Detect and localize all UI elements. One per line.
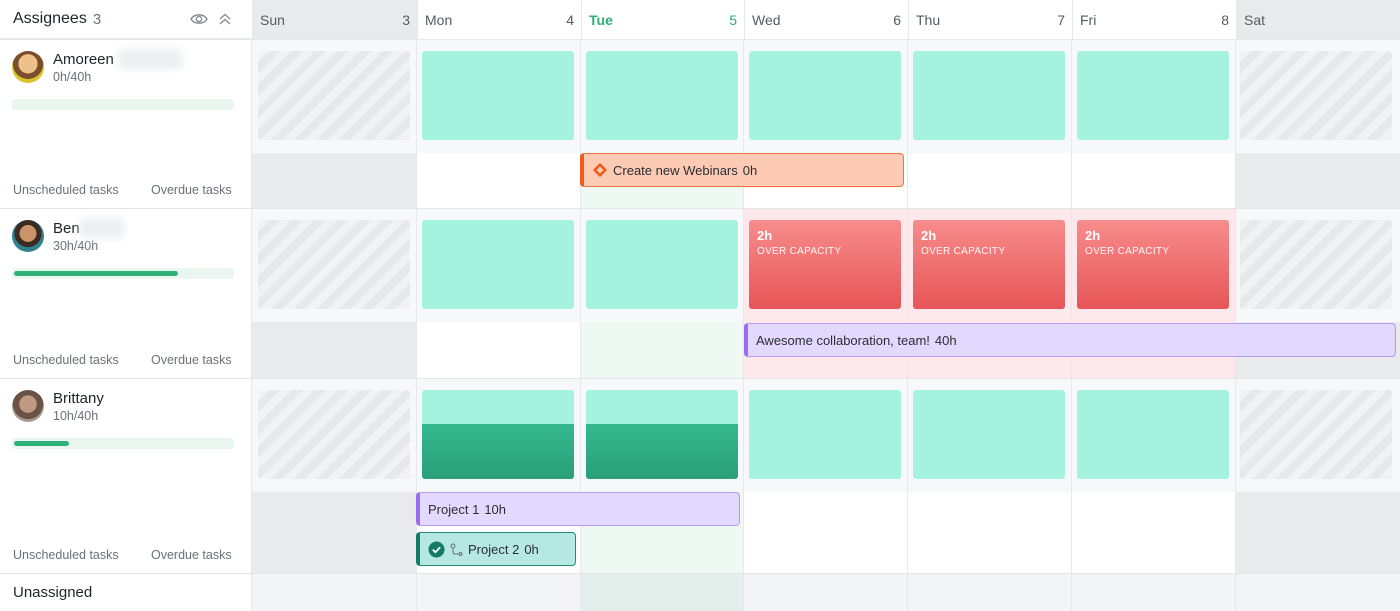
capacity-bar	[12, 268, 234, 279]
capacity-block[interactable]	[749, 51, 901, 140]
overdue-tasks-link[interactable]: Overdue tasks	[151, 548, 232, 562]
task-awesome-collaboration[interactable]: Awesome collaboration, team! 40h	[744, 323, 1396, 357]
unassigned-row[interactable]: Unassigned	[0, 574, 251, 611]
assignee-name: Brittany	[53, 390, 104, 407]
capacity-block[interactable]	[749, 390, 901, 479]
row1-sat-lower	[1236, 153, 1400, 208]
row2-sun-lower	[252, 322, 417, 378]
over-capacity-block[interactable]: 2h OVER CAPACITY	[1077, 220, 1229, 309]
eye-icon[interactable]	[190, 12, 208, 29]
over-capacity-block[interactable]: 2h OVER CAPACITY	[749, 220, 901, 309]
assignee-hours: 30h/40h	[53, 239, 99, 253]
capacity-block[interactable]	[1077, 390, 1229, 479]
subtask-icon	[450, 542, 463, 556]
row3-sun-lower	[252, 492, 417, 573]
assignee-row-amoreen[interactable]: Amoreen 0h/40h Unscheduled tasks Overdue…	[0, 40, 251, 208]
capacity-block[interactable]	[1077, 51, 1229, 140]
capacity-bar	[12, 99, 234, 110]
day-header-mon: Mon 4	[417, 0, 581, 39]
avatar	[12, 220, 44, 252]
collapse-icon[interactable]	[218, 12, 232, 29]
day-header-tue: Tue 5	[581, 0, 744, 39]
over-capacity-block[interactable]: 2h OVER CAPACITY	[913, 220, 1065, 309]
redacted-surname	[80, 218, 124, 238]
overdue-tasks-link[interactable]: Overdue tasks	[151, 353, 232, 367]
assignee-row-ben[interactable]: Ben 30h/40h Unscheduled tasks Overdue ta…	[0, 209, 251, 378]
unassigned-row-bg	[252, 574, 1400, 611]
day-header-wed: Wed 6	[744, 0, 908, 39]
task-project-2[interactable]: Project 2 0h	[416, 532, 576, 566]
capacity-block[interactable]	[422, 51, 574, 140]
avatar	[12, 51, 44, 83]
weekend-cell	[258, 390, 410, 479]
weekend-cell	[1240, 390, 1392, 479]
unscheduled-tasks-link[interactable]: Unscheduled tasks	[13, 548, 119, 562]
unscheduled-tasks-link[interactable]: Unscheduled tasks	[13, 353, 119, 367]
capacity-block[interactable]	[422, 220, 574, 309]
capacity-block[interactable]	[586, 390, 738, 479]
redacted-surname	[118, 49, 182, 69]
check-circle-icon[interactable]	[428, 541, 445, 558]
weekend-cell	[258, 51, 410, 140]
capacity-block[interactable]	[913, 390, 1065, 479]
task-project-1[interactable]: Project 1 10h	[416, 492, 740, 526]
assignees-header: Assignees 3	[0, 0, 252, 39]
milestone-icon	[592, 162, 608, 178]
unassigned-label: Unassigned	[13, 584, 93, 601]
unscheduled-tasks-link[interactable]: Unscheduled tasks	[13, 183, 119, 197]
day-header-fri: Fri 8	[1072, 0, 1236, 39]
avatar	[12, 390, 44, 422]
weekend-cell	[1240, 51, 1392, 140]
assignees-count: 3	[92, 10, 102, 28]
assignees-title: Assignees	[13, 10, 87, 27]
assignee-row-brittany[interactable]: Brittany 10h/40h Unscheduled tasks Overd…	[0, 379, 251, 573]
capacity-block[interactable]	[586, 220, 738, 309]
day-header-thu: Thu 7	[908, 0, 1072, 39]
capacity-block[interactable]	[586, 51, 738, 140]
assignee-hours: 10h/40h	[53, 409, 99, 423]
grid-line	[251, 39, 252, 611]
capacity-block[interactable]	[422, 390, 574, 479]
row1-sun-lower	[252, 153, 417, 208]
scheduled-fill	[422, 424, 574, 479]
unassigned-today-bg	[581, 574, 744, 611]
assignee-hours: 0h/40h	[53, 70, 92, 84]
scheduled-fill	[586, 424, 738, 479]
weekend-cell	[1240, 220, 1392, 309]
overdue-tasks-link[interactable]: Overdue tasks	[151, 183, 232, 197]
capacity-bar	[12, 438, 234, 449]
capacity-block[interactable]	[913, 51, 1065, 140]
weekend-cell	[258, 220, 410, 309]
assignee-name: Amoreen	[53, 51, 114, 68]
day-header-sun: Sun 3	[252, 0, 417, 39]
day-header-sat: Sat	[1236, 0, 1400, 39]
task-create-new-webinars[interactable]: Create new Webinars 0h	[580, 153, 904, 187]
row3-sat-lower	[1236, 492, 1400, 573]
